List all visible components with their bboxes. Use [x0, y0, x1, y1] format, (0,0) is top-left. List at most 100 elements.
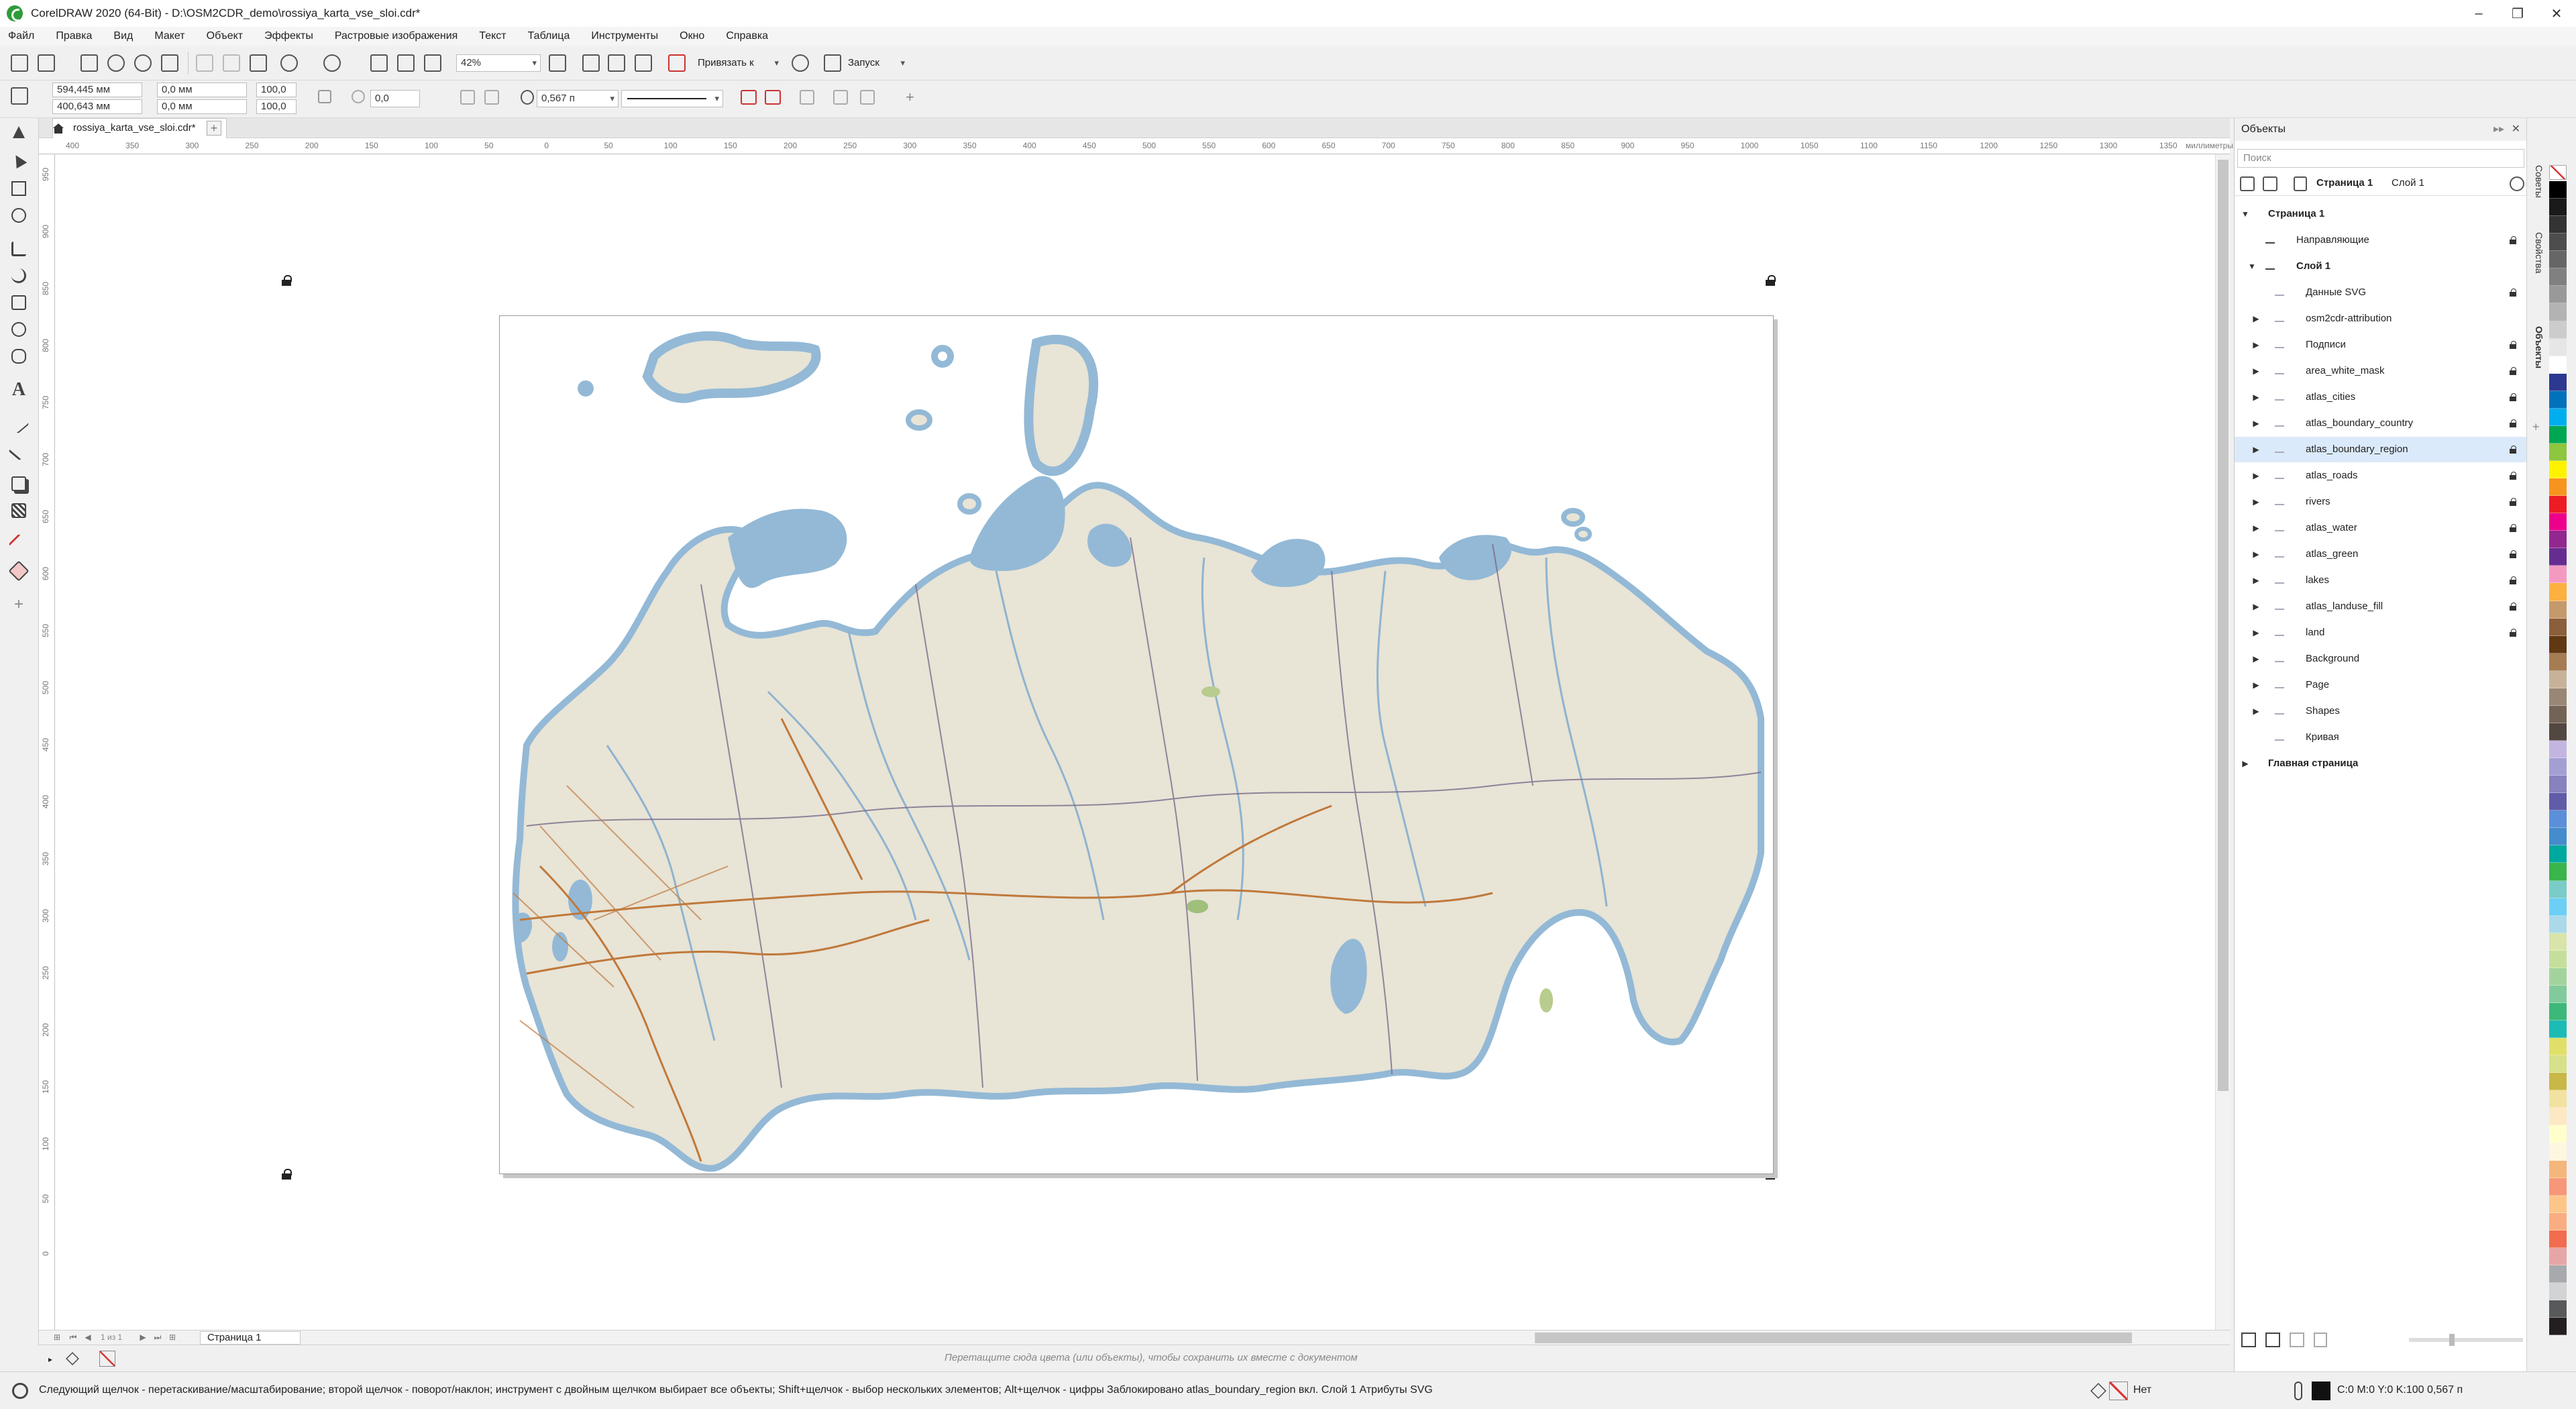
- color-swatch[interactable]: [2549, 688, 2567, 706]
- close-icon[interactable]: ✕: [2537, 0, 2576, 27]
- lock-icon[interactable]: [2510, 289, 2516, 297]
- color-swatch[interactable]: [2549, 845, 2567, 864]
- launch-icon[interactable]: [824, 54, 841, 72]
- object-tree-item[interactable]: ▶ area_white_mask: [2235, 358, 2527, 384]
- lock-icon[interactable]: [2510, 446, 2516, 454]
- home-icon[interactable]: [52, 122, 65, 134]
- object-tree-item[interactable]: ▶ land: [2235, 620, 2527, 645]
- import-icon[interactable]: [370, 54, 388, 72]
- cut-icon[interactable]: [196, 54, 213, 72]
- lock-handle-icon[interactable]: [282, 1169, 292, 1180]
- polygon-tool-icon[interactable]: [9, 346, 29, 366]
- redo-icon[interactable]: [323, 54, 341, 72]
- lock-handle-icon[interactable]: [282, 275, 292, 286]
- color-swatch[interactable]: [2549, 793, 2567, 811]
- lock-icon[interactable]: [2510, 576, 2516, 584]
- docker-collapse-icon[interactable]: ▸▸: [2493, 118, 2504, 141]
- object-tree-item[interactable]: ▶ atlas_landuse_fill: [2235, 594, 2527, 619]
- expand-arrow-icon[interactable]: ▶: [2251, 515, 2261, 541]
- color-swatch[interactable]: [2549, 1073, 2567, 1091]
- snap-to-dropdown[interactable]: Привязать к: [698, 54, 782, 72]
- color-swatch[interactable]: [2549, 1090, 2567, 1108]
- rotation-icon[interactable]: [352, 90, 365, 103]
- expand-arrow-icon[interactable]: ▶: [2251, 620, 2261, 645]
- vertical-scrollbar[interactable]: [2215, 154, 2230, 1330]
- palette-menu-icon[interactable]: ▸: [48, 1355, 56, 1364]
- new-document-icon[interactable]: [11, 54, 28, 72]
- ellipse-tool-icon[interactable]: [9, 319, 29, 340]
- color-swatch[interactable]: [2549, 181, 2567, 199]
- color-swatch[interactable]: [2549, 1318, 2567, 1336]
- color-swatch[interactable]: [2549, 338, 2567, 356]
- wrap-text-icon[interactable]: [741, 90, 757, 105]
- color-swatch[interactable]: [2549, 1125, 2567, 1143]
- lock-icon[interactable]: [2510, 341, 2516, 349]
- outline-width-select[interactable]: 0,567 п: [537, 90, 619, 107]
- height-field[interactable]: 0,0 мм: [157, 99, 247, 114]
- expand-arrow-icon[interactable]: ▶: [2251, 568, 2261, 593]
- color-swatch[interactable]: [2549, 321, 2567, 339]
- menu-effects[interactable]: Эффекты: [264, 30, 313, 42]
- next-page-icon[interactable]: ▶: [138, 1333, 148, 1342]
- menu-bitmaps[interactable]: Растровые изображения: [335, 30, 458, 42]
- color-swatch[interactable]: [2549, 950, 2567, 968]
- eyedropper-icon[interactable]: [8, 533, 30, 555]
- new-master-layer-icon[interactable]: [2241, 1333, 2256, 1347]
- copy-icon[interactable]: [223, 54, 240, 72]
- last-page-icon[interactable]: ⏭: [153, 1333, 162, 1342]
- add-docker-icon[interactable]: +: [2532, 420, 2540, 434]
- color-swatch[interactable]: [2549, 1195, 2567, 1213]
- color-swatch[interactable]: [2549, 356, 2567, 374]
- menu-view[interactable]: Вид: [113, 30, 133, 42]
- launch-dropdown[interactable]: Запуск: [848, 54, 908, 72]
- object-tree-item[interactable]: ▶ atlas_green: [2235, 541, 2527, 567]
- menu-help[interactable]: Справка: [726, 30, 768, 42]
- color-swatch[interactable]: [2549, 880, 2567, 898]
- cloud-upload-icon[interactable]: [107, 54, 125, 72]
- mirror-horizontal-icon[interactable]: [460, 90, 475, 105]
- transparency-tool-icon[interactable]: [9, 501, 29, 521]
- expand-arrow-icon[interactable]: ▶: [2251, 437, 2261, 462]
- arrange-icon[interactable]: [833, 90, 848, 105]
- color-swatch[interactable]: [2549, 723, 2567, 741]
- color-swatch[interactable]: [2549, 1265, 2567, 1283]
- expand-arrow-icon[interactable]: ▶: [2251, 332, 2261, 358]
- object-tree-item[interactable]: ▶ Background: [2235, 646, 2527, 672]
- color-swatch[interactable]: [2549, 1212, 2567, 1231]
- color-swatch[interactable]: [2549, 233, 2567, 252]
- pick-tool-icon[interactable]: [9, 122, 29, 142]
- menu-file[interactable]: Файл: [8, 30, 34, 42]
- full-screen-preview-icon[interactable]: [582, 54, 600, 72]
- object-tree-item[interactable]: ▶ Главная страница: [2235, 751, 2527, 776]
- object-tree-item[interactable]: ▶ Page: [2235, 672, 2527, 698]
- connector-tool-icon[interactable]: [8, 439, 30, 461]
- color-swatch[interactable]: [2549, 1247, 2567, 1265]
- rectangle-tool-icon[interactable]: [9, 293, 29, 313]
- add-tool-icon[interactable]: +: [9, 594, 29, 615]
- color-swatch[interactable]: [2549, 635, 2567, 654]
- add-page-before-icon[interactable]: ⊞: [52, 1333, 62, 1342]
- print-icon[interactable]: [161, 54, 178, 72]
- pdf-export-icon[interactable]: [424, 54, 441, 72]
- docker-close-icon[interactable]: ✕: [2512, 118, 2520, 141]
- expand-arrow-icon[interactable]: ▶: [2251, 306, 2261, 331]
- lock-icon[interactable]: [2510, 524, 2516, 532]
- show-guidelines-icon[interactable]: [635, 54, 652, 72]
- color-swatch[interactable]: [2549, 653, 2567, 671]
- lock-icon[interactable]: [2510, 236, 2516, 244]
- color-swatch[interactable]: [2549, 968, 2567, 986]
- tab-properties[interactable]: Свойства: [2530, 232, 2544, 273]
- lock-icon[interactable]: [2510, 393, 2516, 401]
- color-swatch[interactable]: [2549, 776, 2567, 794]
- expand-arrow-icon[interactable]: ▶: [2251, 384, 2261, 410]
- expand-arrow-icon[interactable]: ▶: [2251, 672, 2261, 698]
- object-tree-item[interactable]: ▶ atlas_boundary_country: [2235, 411, 2527, 436]
- eyedropper-palette-icon[interactable]: [66, 1352, 79, 1365]
- menu-table[interactable]: Таблица: [528, 30, 570, 42]
- docker-options-gear-icon[interactable]: [2510, 176, 2524, 191]
- expand-arrow-icon[interactable]: ▶: [2251, 594, 2261, 619]
- layer-properties-icon[interactable]: [2265, 1333, 2280, 1347]
- color-swatch[interactable]: [2549, 1178, 2567, 1196]
- color-swatch[interactable]: [2549, 1230, 2567, 1248]
- color-swatch[interactable]: [2549, 898, 2567, 916]
